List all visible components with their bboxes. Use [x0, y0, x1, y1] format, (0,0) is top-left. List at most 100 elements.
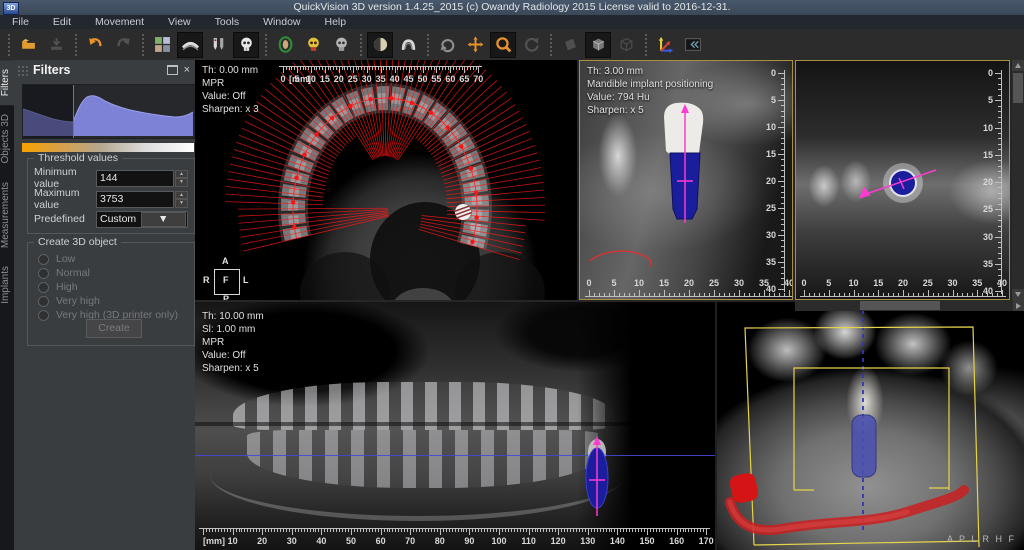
pan-icon — [467, 36, 484, 53]
open-button[interactable] — [15, 32, 41, 58]
slice-thickness: Th: 3.00 mm — [587, 65, 713, 78]
menu-edit[interactable]: Edit — [41, 16, 83, 28]
layout-3d-button[interactable] — [233, 32, 259, 58]
orientation-front: F — [223, 275, 229, 285]
maximum-value-spinner[interactable]: ▲▼ — [175, 191, 188, 208]
menu-tools[interactable]: Tools — [203, 16, 252, 28]
radio-normal[interactable]: Normal — [38, 267, 90, 279]
jaw-button[interactable] — [395, 32, 421, 58]
histogram-threshold-region[interactable] — [23, 85, 74, 138]
save-button[interactable] — [43, 32, 69, 58]
radio-icon[interactable] — [38, 254, 49, 265]
menu-help[interactable]: Help — [313, 16, 359, 28]
face-render-button[interactable] — [272, 32, 298, 58]
clip-button[interactable] — [557, 32, 583, 58]
radio-icon[interactable] — [38, 310, 49, 321]
axes-button[interactable] — [652, 32, 678, 58]
create-button[interactable]: Create — [86, 319, 142, 338]
skull-color-icon — [305, 36, 322, 53]
menu-window[interactable]: Window — [251, 16, 312, 28]
zoom-button[interactable] — [490, 32, 516, 58]
spinner-up-icon[interactable]: ▲ — [175, 191, 188, 200]
scroll-up-button[interactable] — [1012, 60, 1024, 71]
clip-box-button[interactable] — [585, 32, 611, 58]
sidebar-tab-filters[interactable]: Filters — [0, 60, 14, 105]
viewport-area: Th: 0.00 mm MPR Value: Off Sharpen: x 3 … — [195, 60, 1024, 550]
layout-implant-icon — [210, 36, 227, 53]
slice-value: Value: 794 Hu — [587, 91, 713, 104]
zoom-icon — [494, 35, 513, 54]
slice-thickness: Th: 0.00 mm — [202, 64, 259, 77]
cross-section-viewport-1[interactable]: Th: 3.00 mm Mandible implant positioning… — [579, 60, 793, 300]
scrollbar-thumb[interactable] — [1013, 73, 1023, 103]
maximum-value-input[interactable] — [96, 191, 174, 208]
rotate-3d-button[interactable] — [518, 32, 544, 58]
toolbar — [0, 29, 1024, 60]
close-panel-icon[interactable]: × — [184, 66, 190, 75]
slice-value: Value: Off — [202, 349, 264, 362]
filters-panel: Filters × Threshold values Minimum value… — [14, 60, 195, 550]
create-3d-object-group: Create 3D object Low Normal High Very hi… — [27, 242, 195, 346]
scrollbar-thumb[interactable] — [860, 301, 940, 310]
skull-3d-icon — [238, 36, 255, 53]
undo-icon — [87, 36, 104, 53]
spinner-down-icon[interactable]: ▼ — [175, 178, 188, 187]
orientation-letters[interactable]: A P L R H F — [947, 534, 1016, 544]
cross-section-viewport-2[interactable]: 0510152025303540 0510152025303540 — [795, 60, 1010, 300]
pan-button[interactable] — [462, 32, 488, 58]
toolbar-separator — [642, 33, 649, 57]
sidebar-tab-implants[interactable]: Implants — [0, 257, 14, 313]
nerve-canal-contour — [590, 251, 651, 266]
menu-bar: File Edit Movement View Tools Window Hel… — [0, 15, 1024, 29]
layout-implant-button[interactable] — [205, 32, 231, 58]
cube-button[interactable] — [613, 32, 639, 58]
minimum-value-spinner[interactable]: ▲▼ — [175, 170, 188, 187]
radio-very-high[interactable]: Very high — [38, 295, 100, 307]
application-window: 3D QuickVision 3D version 1.4.25_2015 (c… — [0, 0, 1024, 550]
radio-low[interactable]: Low — [38, 253, 75, 265]
radio-icon[interactable] — [38, 268, 49, 279]
panel-toggle-button[interactable] — [680, 32, 706, 58]
float-panel-icon[interactable] — [167, 65, 178, 75]
scroll-down-button[interactable] — [1012, 289, 1024, 300]
slice-info: Th: 0.00 mm MPR Value: Off Sharpen: x 3 — [202, 64, 259, 116]
toolbar-separator — [262, 33, 269, 57]
orientation-anterior: A — [222, 256, 229, 266]
axial-viewport[interactable]: Th: 0.00 mm MPR Value: Off Sharpen: x 3 … — [195, 60, 577, 300]
radio-icon[interactable] — [38, 296, 49, 307]
layout-mpr-button[interactable] — [149, 32, 175, 58]
threshold-histogram[interactable] — [22, 84, 196, 139]
skull-gray-button[interactable] — [328, 32, 354, 58]
minimum-value-input[interactable] — [96, 170, 174, 187]
menu-view[interactable]: View — [156, 16, 203, 28]
slice-mode: MPR — [202, 77, 259, 90]
sidebar-tab-objects3d[interactable]: Objects 3D — [0, 105, 14, 172]
view-3d-viewport[interactable]: A P L R H F — [715, 302, 1024, 550]
horizontal-scrollbar[interactable] — [795, 300, 1024, 311]
menu-movement[interactable]: Movement — [83, 16, 156, 28]
redo-button[interactable] — [110, 32, 136, 58]
undo-button[interactable] — [82, 32, 108, 58]
layout-panoramic-icon — [181, 36, 200, 53]
skull-color-button[interactable] — [300, 32, 326, 58]
vertical-scrollbar[interactable] — [1012, 60, 1024, 300]
cube-icon — [618, 36, 635, 53]
predefined-dropdown[interactable]: Custom ▼ — [96, 211, 188, 228]
toolbar-separator — [72, 33, 79, 57]
threshold-values-group: Threshold values Minimum value ▲▼ Maximu… — [27, 158, 195, 234]
spinner-down-icon[interactable]: ▼ — [175, 199, 188, 208]
vertical-ruler: 0510152025303540 — [972, 61, 1008, 299]
save-icon — [48, 36, 65, 53]
radio-icon[interactable] — [38, 282, 49, 293]
contrast-button[interactable] — [367, 32, 393, 58]
rotate-button[interactable] — [434, 32, 460, 58]
panoramic-viewport[interactable]: Th: 10.00 mm Sl: 1.00 mm MPR Value: Off … — [195, 302, 715, 550]
radio-high[interactable]: High — [38, 281, 78, 293]
layout-panoramic-button[interactable] — [177, 32, 203, 58]
menu-file[interactable]: File — [0, 16, 41, 28]
clip-box-icon — [590, 36, 607, 53]
spinner-up-icon[interactable]: ▲ — [175, 170, 188, 179]
scroll-right-button[interactable] — [1013, 300, 1024, 311]
dropdown-arrow-icon[interactable]: ▼ — [141, 212, 187, 227]
sidebar-tab-measurements[interactable]: Measurements — [0, 173, 14, 257]
